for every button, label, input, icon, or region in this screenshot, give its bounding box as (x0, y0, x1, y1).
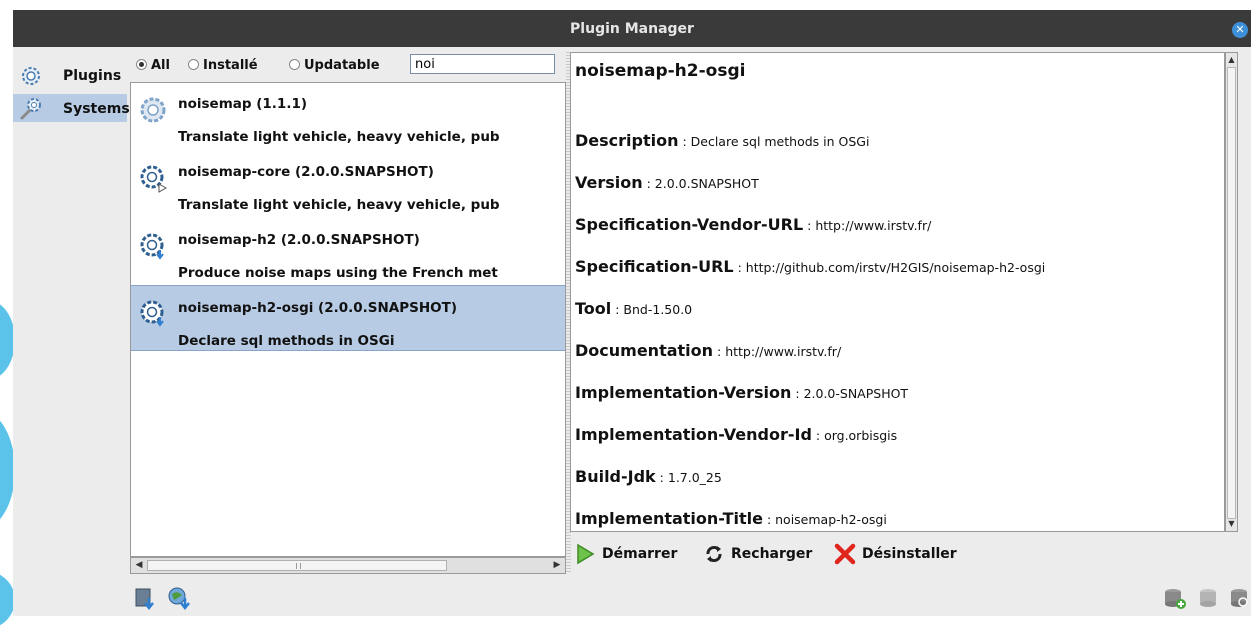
property-key: Documentation (575, 341, 714, 360)
detail-property: Version : 2.0.0.SNAPSHOT (575, 173, 759, 192)
plugin-list: noisemap (1.1.1) Translate light vehicle… (130, 82, 566, 557)
database-icon[interactable] (1196, 586, 1220, 610)
property-value: : http://github.com/irstv/H2GIS/noisemap… (733, 260, 1046, 275)
button-label: Démarrer (602, 546, 678, 562)
plugin-details-panel: noisemap-h2-osgi Description : Declare s… (570, 52, 1225, 532)
radio-dot (136, 59, 147, 70)
sidebar-item-plugins[interactable]: Plugins (13, 61, 127, 89)
install-from-url-icon[interactable] (167, 586, 191, 610)
category-sidebar: Plugins Systems (13, 57, 130, 537)
list-item[interactable]: noisemap-h2-osgi (2.0.0.SNAPSHOT) Declar… (131, 285, 565, 351)
detail-property: Specification-URL : http://github.com/ir… (575, 257, 1045, 276)
scroll-thumb[interactable] (147, 560, 447, 571)
property-value: : 2.0.0.SNAPSHOT (642, 176, 759, 191)
plugin-description: Translate light vehicle, heavy vehicle, … (178, 197, 500, 213)
list-item[interactable]: noisemap-core (2.0.0.SNAPSHOT) Translate… (131, 151, 565, 215)
bottom-toolbar (13, 580, 1251, 616)
plugin-name: noisemap-h2 (2.0.0.SNAPSHOT) (178, 232, 420, 248)
window-title: Plugin Manager (570, 21, 694, 37)
wrench-gear-icon (20, 98, 41, 120)
scroll-left-icon[interactable]: ◀ (132, 559, 146, 572)
database-add-icon[interactable] (1163, 586, 1187, 610)
property-value: : Declare sql methods in OSGi (678, 134, 870, 149)
title-bar[interactable]: Plugin Manager ✕ (13, 10, 1251, 47)
plugin-description: Declare sql methods in OSGi (178, 333, 395, 349)
sidebar-item-label: Plugins (63, 68, 122, 84)
vertical-scrollbar[interactable]: ▲ ▼ (1225, 52, 1238, 532)
reload-button[interactable]: Recharger (703, 543, 812, 565)
gear-icon (22, 67, 40, 85)
search-input[interactable] (410, 54, 555, 74)
property-value: : http://www.irstv.fr/ (713, 344, 842, 359)
property-value: : 1.7.0_25 (655, 470, 722, 485)
filter-updatable-radio[interactable]: Updatable (289, 58, 380, 73)
start-button[interactable]: Démarrer (574, 543, 677, 565)
sidebar-item-label: Systems (63, 101, 130, 117)
radio-dot (188, 59, 199, 70)
filter-bar: All Installé Updatable (130, 52, 567, 78)
property-key: Implementation-Version (575, 383, 792, 402)
detail-property: Implementation-Title : noisemap-h2-osgi (575, 509, 887, 528)
play-icon (577, 543, 595, 565)
filter-installed-radio[interactable]: Installé (188, 58, 258, 73)
detail-property: Implementation-Version : 2.0.0-SNAPSHOT (575, 383, 908, 402)
detail-property: Tool : Bnd-1.50.0 (575, 299, 692, 318)
detail-property: Documentation : http://www.irstv.fr/ (575, 341, 841, 360)
property-value: : org.orbisgis (811, 428, 898, 443)
install-from-file-icon[interactable] (133, 586, 157, 610)
property-key: Specification-Vendor-URL (575, 215, 804, 234)
list-item[interactable]: noisemap-h2 (2.0.0.SNAPSHOT) Produce noi… (131, 219, 565, 283)
radio-label: All (151, 58, 170, 73)
property-key: Version (575, 173, 643, 192)
uninstall-button[interactable]: Désinstaller (834, 543, 957, 565)
scroll-thumb[interactable] (1227, 67, 1236, 519)
radio-label: Updatable (304, 58, 380, 73)
delete-x-icon (834, 543, 856, 565)
detail-property: Build-Jdk : 1.7.0_25 (575, 467, 722, 486)
property-key: Implementation-Vendor-Id (575, 425, 812, 444)
plugin-gear-icon (140, 97, 166, 123)
list-item[interactable]: noisemap (1.1.1) Translate light vehicle… (131, 83, 565, 147)
scroll-up-icon[interactable]: ▲ (1226, 54, 1237, 66)
details-title: noisemap-h2-osgi (575, 61, 746, 81)
detail-property: Implementation-Vendor-Id : org.orbisgis (575, 425, 897, 444)
button-label: Recharger (731, 546, 813, 562)
grip-icon (296, 563, 301, 569)
plugin-name: noisemap (1.1.1) (178, 96, 308, 112)
reload-icon (706, 546, 722, 562)
property-value: : 2.0.0-SNAPSHOT (791, 386, 909, 401)
property-key: Implementation-Title (575, 509, 763, 528)
plugin-description: Produce noise maps using the French met (178, 265, 498, 281)
radio-dot (289, 59, 300, 70)
horizontal-scrollbar[interactable]: ◀ ▶ (130, 557, 566, 574)
plugin-name: noisemap-h2-osgi (2.0.0.SNAPSHOT) (178, 300, 458, 316)
plugin-name: noisemap-core (2.0.0.SNAPSHOT) (178, 164, 434, 180)
plugin-gear-download-icon (140, 300, 164, 327)
plugin-gear-download-icon (140, 233, 164, 260)
property-value: : http://www.irstv.fr/ (803, 218, 932, 233)
property-key: Build-Jdk (575, 467, 656, 486)
button-label: Désinstaller (862, 546, 957, 562)
property-key: Description (575, 131, 679, 150)
property-value: : Bnd-1.50.0 (611, 302, 693, 317)
detail-property: Description : Declare sql methods in OSG… (575, 131, 869, 150)
detail-property: Specification-Vendor-URL : http://www.ir… (575, 215, 931, 234)
sidebar-item-systems[interactable]: Systems (13, 94, 130, 122)
scroll-down-icon[interactable]: ▼ (1226, 518, 1237, 530)
filter-all-radio[interactable]: All (136, 58, 170, 73)
plugin-description: Translate light vehicle, heavy vehicle, … (178, 129, 500, 145)
property-key: Tool (575, 299, 612, 318)
plugin-gear-play-icon (140, 165, 168, 193)
property-value: : noisemap-h2-osgi (762, 512, 887, 527)
scroll-right-icon[interactable]: ▶ (550, 559, 564, 572)
database-refresh-icon[interactable] (1227, 586, 1251, 610)
action-bar: Démarrer Recharger Désinstaller (570, 537, 1238, 577)
plugin-manager-window: Plugin Manager ✕ Plugins Systems All Ins… (13, 10, 1251, 616)
property-key: Specification-URL (575, 257, 734, 276)
close-icon[interactable]: ✕ (1232, 22, 1248, 38)
radio-label: Installé (203, 58, 258, 73)
